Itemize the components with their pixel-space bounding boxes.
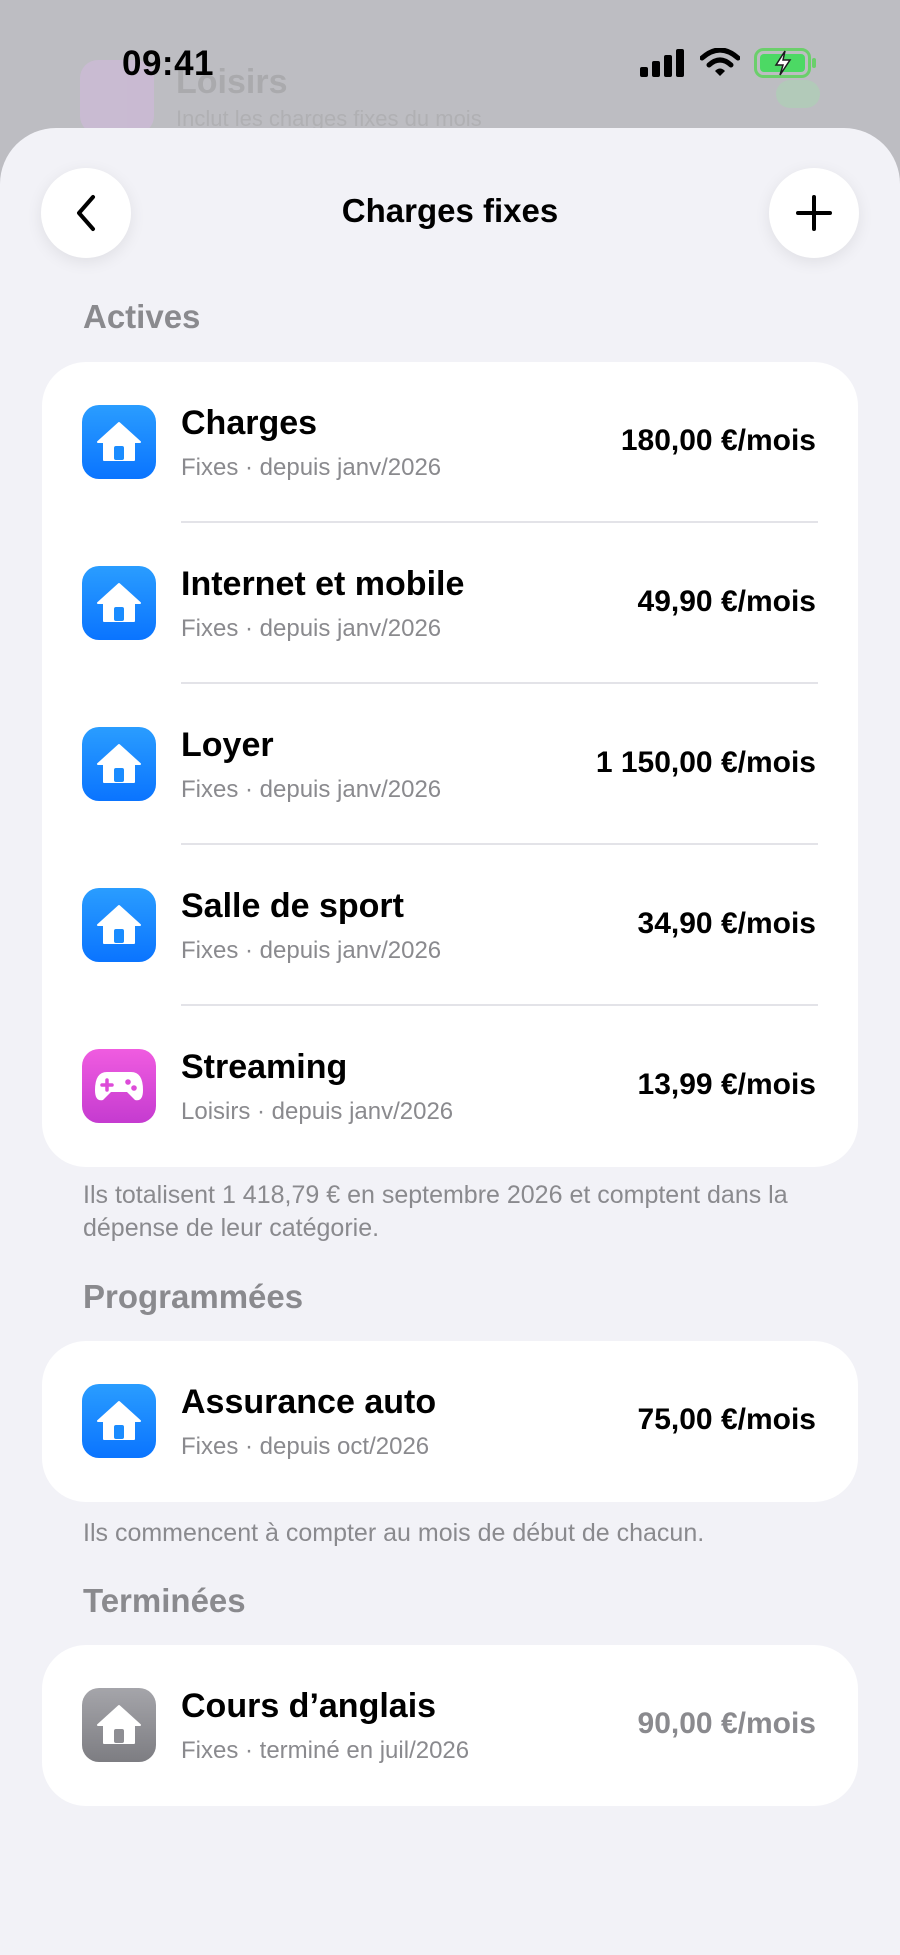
house-icon bbox=[82, 1384, 156, 1458]
house-icon bbox=[82, 888, 156, 962]
item-title: Assurance auto bbox=[181, 1383, 437, 1421]
section-header-active: Actives bbox=[83, 298, 201, 335]
item-subtitle: Fixes · depuis janv/2026 bbox=[181, 454, 442, 481]
list-item[interactable]: Charges Fixes · depuis janv/2026 180,00 … bbox=[42, 362, 858, 523]
status-icons bbox=[640, 48, 818, 78]
status-bar: 09:41 bbox=[0, 0, 900, 130]
item-amount: 180,00 €/mois bbox=[620, 424, 816, 457]
item-subtitle: Fixes · depuis janv/2026 bbox=[181, 776, 442, 803]
item-title: Cours d’anglais bbox=[181, 1687, 437, 1725]
item-subtitle: Loisirs · depuis janv/2026 bbox=[181, 1098, 454, 1125]
item-amount: 49,90 €/mois bbox=[637, 585, 816, 618]
item-title: Charges bbox=[181, 404, 318, 442]
gamepad-icon bbox=[82, 1049, 156, 1123]
item-title: Streaming bbox=[181, 1048, 348, 1086]
house-icon bbox=[82, 727, 156, 801]
item-title: Internet et mobile bbox=[181, 565, 465, 603]
item-amount: 75,00 €/mois bbox=[637, 1403, 816, 1436]
item-subtitle: Fixes · depuis janv/2026 bbox=[181, 615, 442, 642]
scheduled-card: Assurance auto Fixes · depuis oct/2026 7… bbox=[42, 1341, 858, 1502]
list-item[interactable]: Assurance auto Fixes · depuis oct/2026 7… bbox=[42, 1341, 858, 1502]
active-footer-note: Ils totalisent 1 418,79 € en septembre 2… bbox=[83, 1181, 788, 1242]
item-subtitle: Fixes · depuis janv/2026 bbox=[181, 937, 442, 964]
item-amount: 90,00 €/mois bbox=[637, 1707, 816, 1740]
battery-charging-icon bbox=[754, 48, 816, 78]
house-icon bbox=[82, 1688, 156, 1762]
list-item[interactable]: Internet et mobile Fixes · depuis janv/2… bbox=[42, 523, 858, 684]
item-subtitle: Fixes · depuis oct/2026 bbox=[181, 1433, 430, 1460]
status-time: 09:41 bbox=[122, 44, 215, 83]
item-amount: 13,99 €/mois bbox=[637, 1068, 816, 1101]
active-card: Charges Fixes · depuis janv/2026 180,00 … bbox=[42, 362, 858, 1167]
scheduled-footer-note: Ils commencent à compter au mois de débu… bbox=[83, 1519, 705, 1547]
list-item[interactable]: Salle de sport Fixes · depuis janv/2026 … bbox=[42, 845, 858, 1006]
ended-card: Cours d’anglais Fixes · terminé en juil/… bbox=[42, 1645, 858, 1806]
sheet: Charges fixes Actives Charges Fixes · de… bbox=[0, 128, 900, 1955]
house-icon bbox=[82, 566, 156, 640]
page-title: Charges fixes bbox=[341, 192, 559, 229]
item-amount: 34,90 €/mois bbox=[637, 907, 816, 940]
wifi-icon bbox=[700, 48, 740, 76]
item-title: Salle de sport bbox=[181, 887, 404, 925]
list-item[interactable]: Streaming Loisirs · depuis janv/2026 13,… bbox=[42, 1006, 858, 1167]
house-icon bbox=[82, 405, 156, 479]
signal-icon bbox=[640, 49, 684, 77]
section-header-scheduled: Programmées bbox=[83, 1278, 304, 1315]
section-header-ended: Terminées bbox=[83, 1582, 246, 1619]
plus-icon bbox=[796, 195, 832, 231]
item-subtitle: Fixes · terminé en juil/2026 bbox=[181, 1737, 470, 1764]
add-button[interactable] bbox=[769, 168, 859, 258]
list-item[interactable]: Cours d’anglais Fixes · terminé en juil/… bbox=[42, 1645, 858, 1806]
item-amount: 1 150,00 €/mois bbox=[595, 746, 816, 779]
item-title: Loyer bbox=[181, 726, 274, 764]
list-item[interactable]: Loyer Fixes · depuis janv/2026 1 150,00 … bbox=[42, 684, 858, 845]
